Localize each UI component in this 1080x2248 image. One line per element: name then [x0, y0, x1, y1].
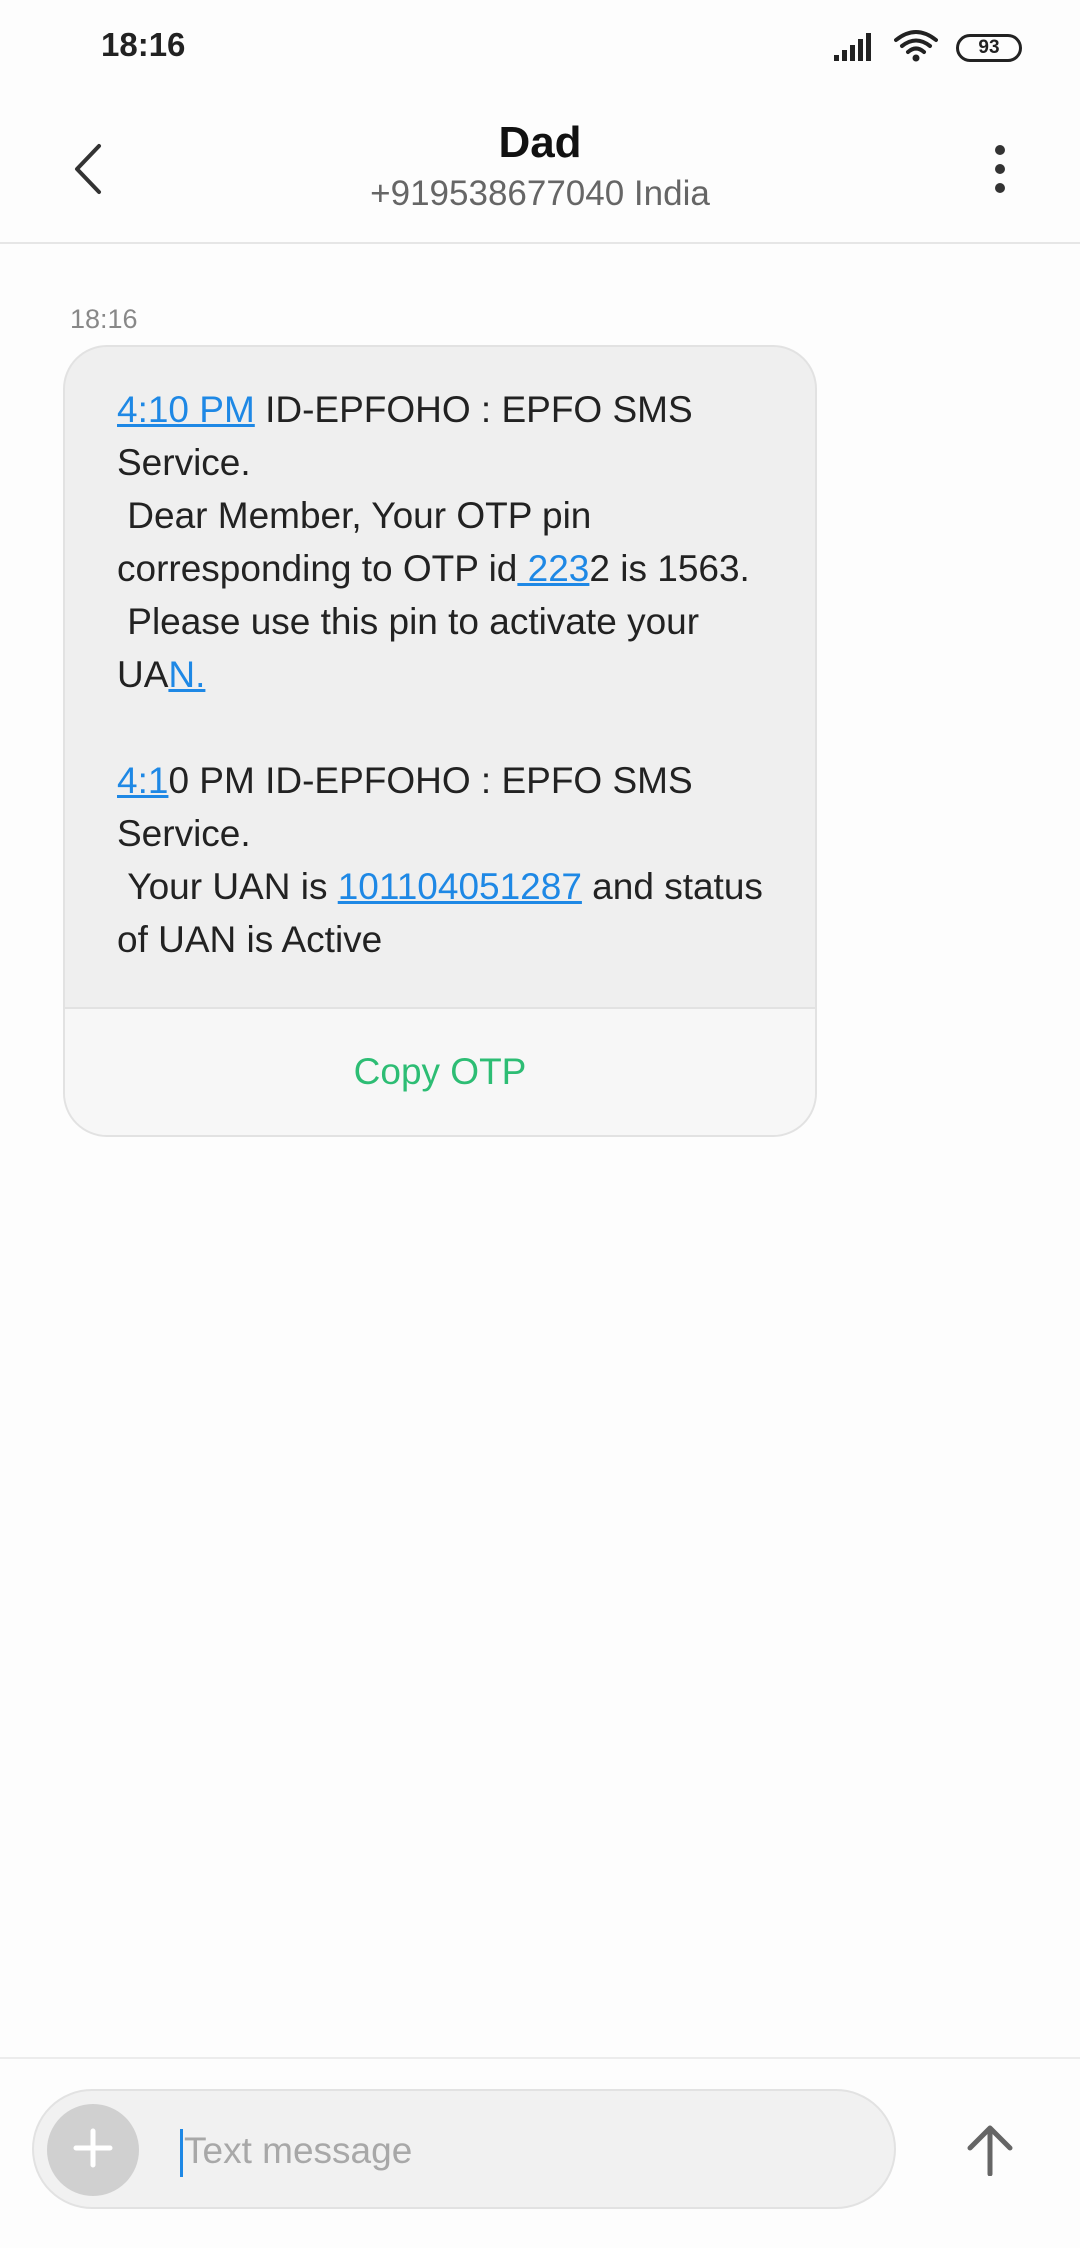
send-arrow-up-icon: [966, 2124, 1014, 2181]
status-time: 18:16: [101, 26, 186, 63]
message-link[interactable]: N.: [168, 654, 205, 695]
wifi-icon: [894, 29, 938, 68]
text-cursor: [180, 2129, 183, 2177]
signal-icon: [834, 31, 876, 66]
message-input[interactable]: [184, 2121, 834, 2181]
composer: [32, 2089, 896, 2209]
send-button[interactable]: [950, 2107, 1030, 2197]
add-attachment-button[interactable]: [47, 2104, 139, 2196]
message-bubble[interactable]: 4:10 PM ID-EPFOHO : EPFO SMS Service. De…: [63, 345, 817, 1137]
message-timestamp: 18:16: [70, 304, 138, 334]
more-options-button[interactable]: [970, 136, 1030, 206]
contact-number: +919538677040 India: [370, 174, 710, 213]
contact-name: Dad: [498, 118, 582, 167]
message-link[interactable]: 4:10 PM: [117, 389, 255, 430]
battery-icon: 93: [956, 34, 1022, 62]
composer-area: [0, 2057, 1080, 2248]
battery-level: 93: [978, 37, 1000, 58]
message-text: 4:10 PM ID-EPFOHO : EPFO SMS Service. De…: [117, 383, 775, 966]
status-icons: 93: [834, 28, 1022, 68]
more-vertical-icon: [994, 144, 1006, 199]
message-link[interactable]: 101104051287: [338, 866, 582, 907]
status-bar: 18:16 93: [0, 0, 1080, 96]
message-link[interactable]: 4:1: [117, 760, 168, 801]
plus-icon: [73, 2128, 113, 2173]
copy-otp-button[interactable]: Copy OTP: [65, 1007, 815, 1135]
conversation-header: Dad +919538677040 India: [0, 96, 1080, 244]
message-link[interactable]: 223: [517, 548, 590, 589]
